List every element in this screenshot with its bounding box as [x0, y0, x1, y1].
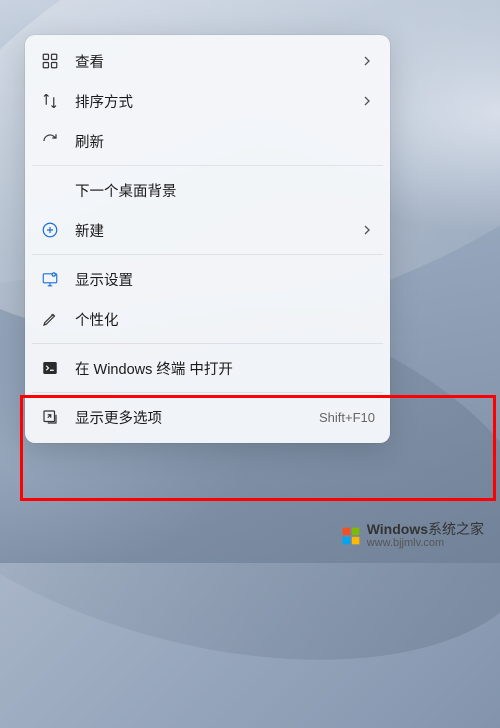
blank-icon	[40, 180, 60, 200]
menu-item-label: 查看	[75, 51, 359, 72]
grid-icon	[40, 51, 60, 71]
menu-item-refresh[interactable]: 刷新	[30, 121, 385, 161]
watermark: Windows系统之家 www.bjjmlv.com	[341, 522, 484, 549]
new-icon	[40, 220, 60, 240]
watermark-brand: Windows	[367, 521, 428, 537]
display-icon	[40, 269, 60, 289]
menu-divider	[32, 343, 383, 344]
menu-item-personalize[interactable]: 个性化	[30, 299, 385, 339]
watermark-url: www.bjjmlv.com	[367, 538, 484, 549]
chevron-right-icon	[359, 53, 375, 69]
menu-divider	[32, 254, 383, 255]
menu-divider	[32, 392, 383, 393]
desktop-context-menu: 查看 排序方式 刷新 下一个桌面背景	[25, 35, 390, 443]
menu-item-open-terminal[interactable]: 在 Windows 终端 中打开	[30, 348, 385, 388]
menu-item-label: 显示更多选项	[75, 407, 319, 428]
menu-item-shortcut: Shift+F10	[319, 410, 375, 425]
more-options-icon	[40, 407, 60, 427]
menu-item-next-background[interactable]: 下一个桌面背景	[30, 170, 385, 210]
sort-icon	[40, 91, 60, 111]
windows-logo-icon	[341, 526, 361, 546]
refresh-icon	[40, 131, 60, 151]
watermark-suffix: 系统之家	[428, 521, 484, 537]
menu-item-sort[interactable]: 排序方式	[30, 81, 385, 121]
chevron-right-icon	[359, 93, 375, 109]
terminal-icon	[40, 358, 60, 378]
menu-item-label: 新建	[75, 220, 359, 241]
watermark-text: Windows系统之家 www.bjjmlv.com	[367, 522, 484, 549]
menu-item-label: 显示设置	[75, 269, 375, 290]
personalize-icon	[40, 309, 60, 329]
menu-item-show-more-options[interactable]: 显示更多选项 Shift+F10	[30, 397, 385, 437]
menu-item-label: 下一个桌面背景	[75, 180, 375, 201]
menu-item-display-settings[interactable]: 显示设置	[30, 259, 385, 299]
menu-item-new[interactable]: 新建	[30, 210, 385, 250]
chevron-right-icon	[359, 222, 375, 238]
menu-item-label: 个性化	[75, 309, 375, 330]
menu-item-label: 排序方式	[75, 91, 359, 112]
menu-divider	[32, 165, 383, 166]
menu-item-view[interactable]: 查看	[30, 41, 385, 81]
menu-item-label: 在 Windows 终端 中打开	[75, 358, 375, 379]
menu-item-label: 刷新	[75, 131, 375, 152]
